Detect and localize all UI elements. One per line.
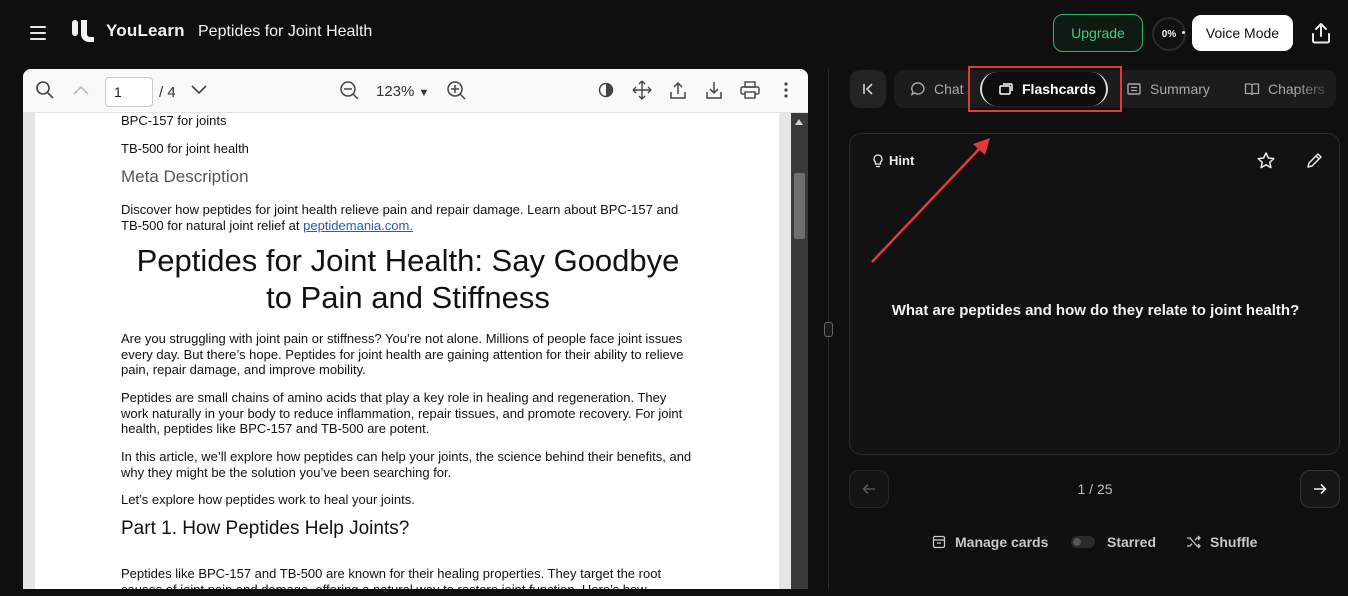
- document-heading: Peptides for Joint Health: Say Goodbye t…: [136, 243, 680, 315]
- card-counter: 1 / 25: [1077, 481, 1113, 497]
- meta-description: Discover how peptides for joint health r…: [121, 202, 697, 233]
- manage-cards-icon: [932, 535, 946, 549]
- more-options-icon[interactable]: [775, 79, 797, 101]
- paragraph: Peptides are small chains of amino acids…: [121, 390, 683, 436]
- tab-chat[interactable]: Chat: [910, 70, 964, 108]
- pdf-viewer: 1 / 4 123% ▼ BPC-157 for joints TB-500 f…: [23, 69, 808, 589]
- pencil-icon[interactable]: [1304, 151, 1324, 171]
- manage-cards-label: Manage cards: [955, 534, 1049, 550]
- chevron-down-icon: ▼: [418, 87, 430, 99]
- zoom-value: 123%: [376, 83, 415, 100]
- keyword-line: BPC-157 for joints: [121, 113, 227, 128]
- page-number-input[interactable]: 1: [105, 77, 153, 107]
- tab-label: Summary: [1150, 81, 1210, 97]
- tabs-fade: [1296, 70, 1336, 108]
- collapse-icon: [863, 83, 873, 95]
- manage-cards-button[interactable]: Manage cards: [931, 532, 1048, 552]
- pdf-page: BPC-157 for joints TB-500 for joint heal…: [35, 113, 779, 589]
- print-icon[interactable]: [739, 79, 761, 101]
- book-icon: [1244, 83, 1260, 96]
- search-icon[interactable]: [34, 79, 56, 101]
- paragraph: Let’s explore how peptides work to heal …: [121, 492, 415, 507]
- starred-toggle[interactable]: Starred: [1071, 532, 1156, 552]
- app-name: YouLearn: [106, 21, 185, 40]
- share-icon[interactable]: [1310, 21, 1332, 45]
- zoom-select[interactable]: 123% ▼: [376, 83, 429, 100]
- pdf-scrollbar[interactable]: [791, 113, 808, 589]
- rotate-icon[interactable]: [595, 79, 617, 101]
- arrow-left-icon: [862, 483, 875, 495]
- chat-bubble-icon: [910, 82, 925, 96]
- paragraph: Are you struggling with joint pain or st…: [121, 331, 684, 377]
- section-heading: Part 1. How Peptides Help Joints?: [121, 518, 410, 539]
- move-icon[interactable]: [631, 79, 653, 101]
- annotation-highlight-box: [968, 66, 1122, 112]
- resize-handle[interactable]: [824, 322, 833, 337]
- zoom-out-icon[interactable]: [338, 79, 360, 101]
- annotation-arrow: [871, 138, 990, 263]
- top-bar: YouLearn Peptides for Joint Health Upgra…: [0, 0, 1348, 66]
- meta-heading: Meta Description: [121, 167, 249, 186]
- previous-page-icon[interactable]: [70, 79, 92, 101]
- next-card-button[interactable]: [1300, 470, 1340, 508]
- youlearn-logo-icon: [72, 20, 94, 42]
- keyword-line: TB-500 for joint health: [121, 141, 249, 156]
- upgrade-button[interactable]: Upgrade: [1053, 14, 1143, 52]
- page-total: / 4: [159, 84, 176, 101]
- voice-mode-button[interactable]: Voice Mode: [1192, 15, 1293, 51]
- previous-card-button[interactable]: [849, 470, 889, 508]
- summary-icon: [1127, 83, 1141, 95]
- arrow-right-icon: [1314, 483, 1327, 495]
- document-title[interactable]: Peptides for Joint Health: [198, 23, 372, 41]
- shuffle-label: Shuffle: [1210, 534, 1258, 550]
- scroll-up-icon[interactable]: [795, 119, 803, 125]
- zoom-in-icon[interactable]: [445, 79, 467, 101]
- shuffle-button[interactable]: Shuffle: [1186, 532, 1257, 552]
- scroll-thumb[interactable]: [794, 173, 805, 239]
- progress-dot: [1182, 31, 1185, 34]
- paragraph: Peptides like BPC-157 and TB-500 are kno…: [121, 566, 662, 589]
- download-icon[interactable]: [703, 79, 725, 101]
- tab-summary[interactable]: Summary: [1126, 70, 1210, 108]
- pdf-page-area[interactable]: BPC-157 for joints TB-500 for joint heal…: [23, 113, 808, 589]
- app-logo[interactable]: YouLearn: [70, 18, 185, 44]
- pdf-toolbar: 1 / 4 123% ▼: [23, 69, 808, 113]
- upload-icon[interactable]: [667, 79, 689, 101]
- next-page-icon[interactable]: [188, 79, 210, 101]
- flashcard-question: What are peptides and how do they relate…: [891, 302, 1300, 319]
- shuffle-icon: [1187, 535, 1201, 549]
- starred-switch[interactable]: [1071, 536, 1095, 548]
- starred-label: Starred: [1107, 534, 1157, 550]
- progress-indicator[interactable]: 0%: [1152, 17, 1186, 51]
- meta-link[interactable]: peptidemania.com.: [303, 218, 413, 233]
- menu-icon[interactable]: [28, 23, 50, 43]
- collapse-panel-button[interactable]: [850, 70, 886, 108]
- tab-label: Chat: [934, 81, 964, 97]
- paragraph: In this article, we’ll explore how pepti…: [121, 449, 692, 480]
- star-icon[interactable]: [1256, 151, 1276, 171]
